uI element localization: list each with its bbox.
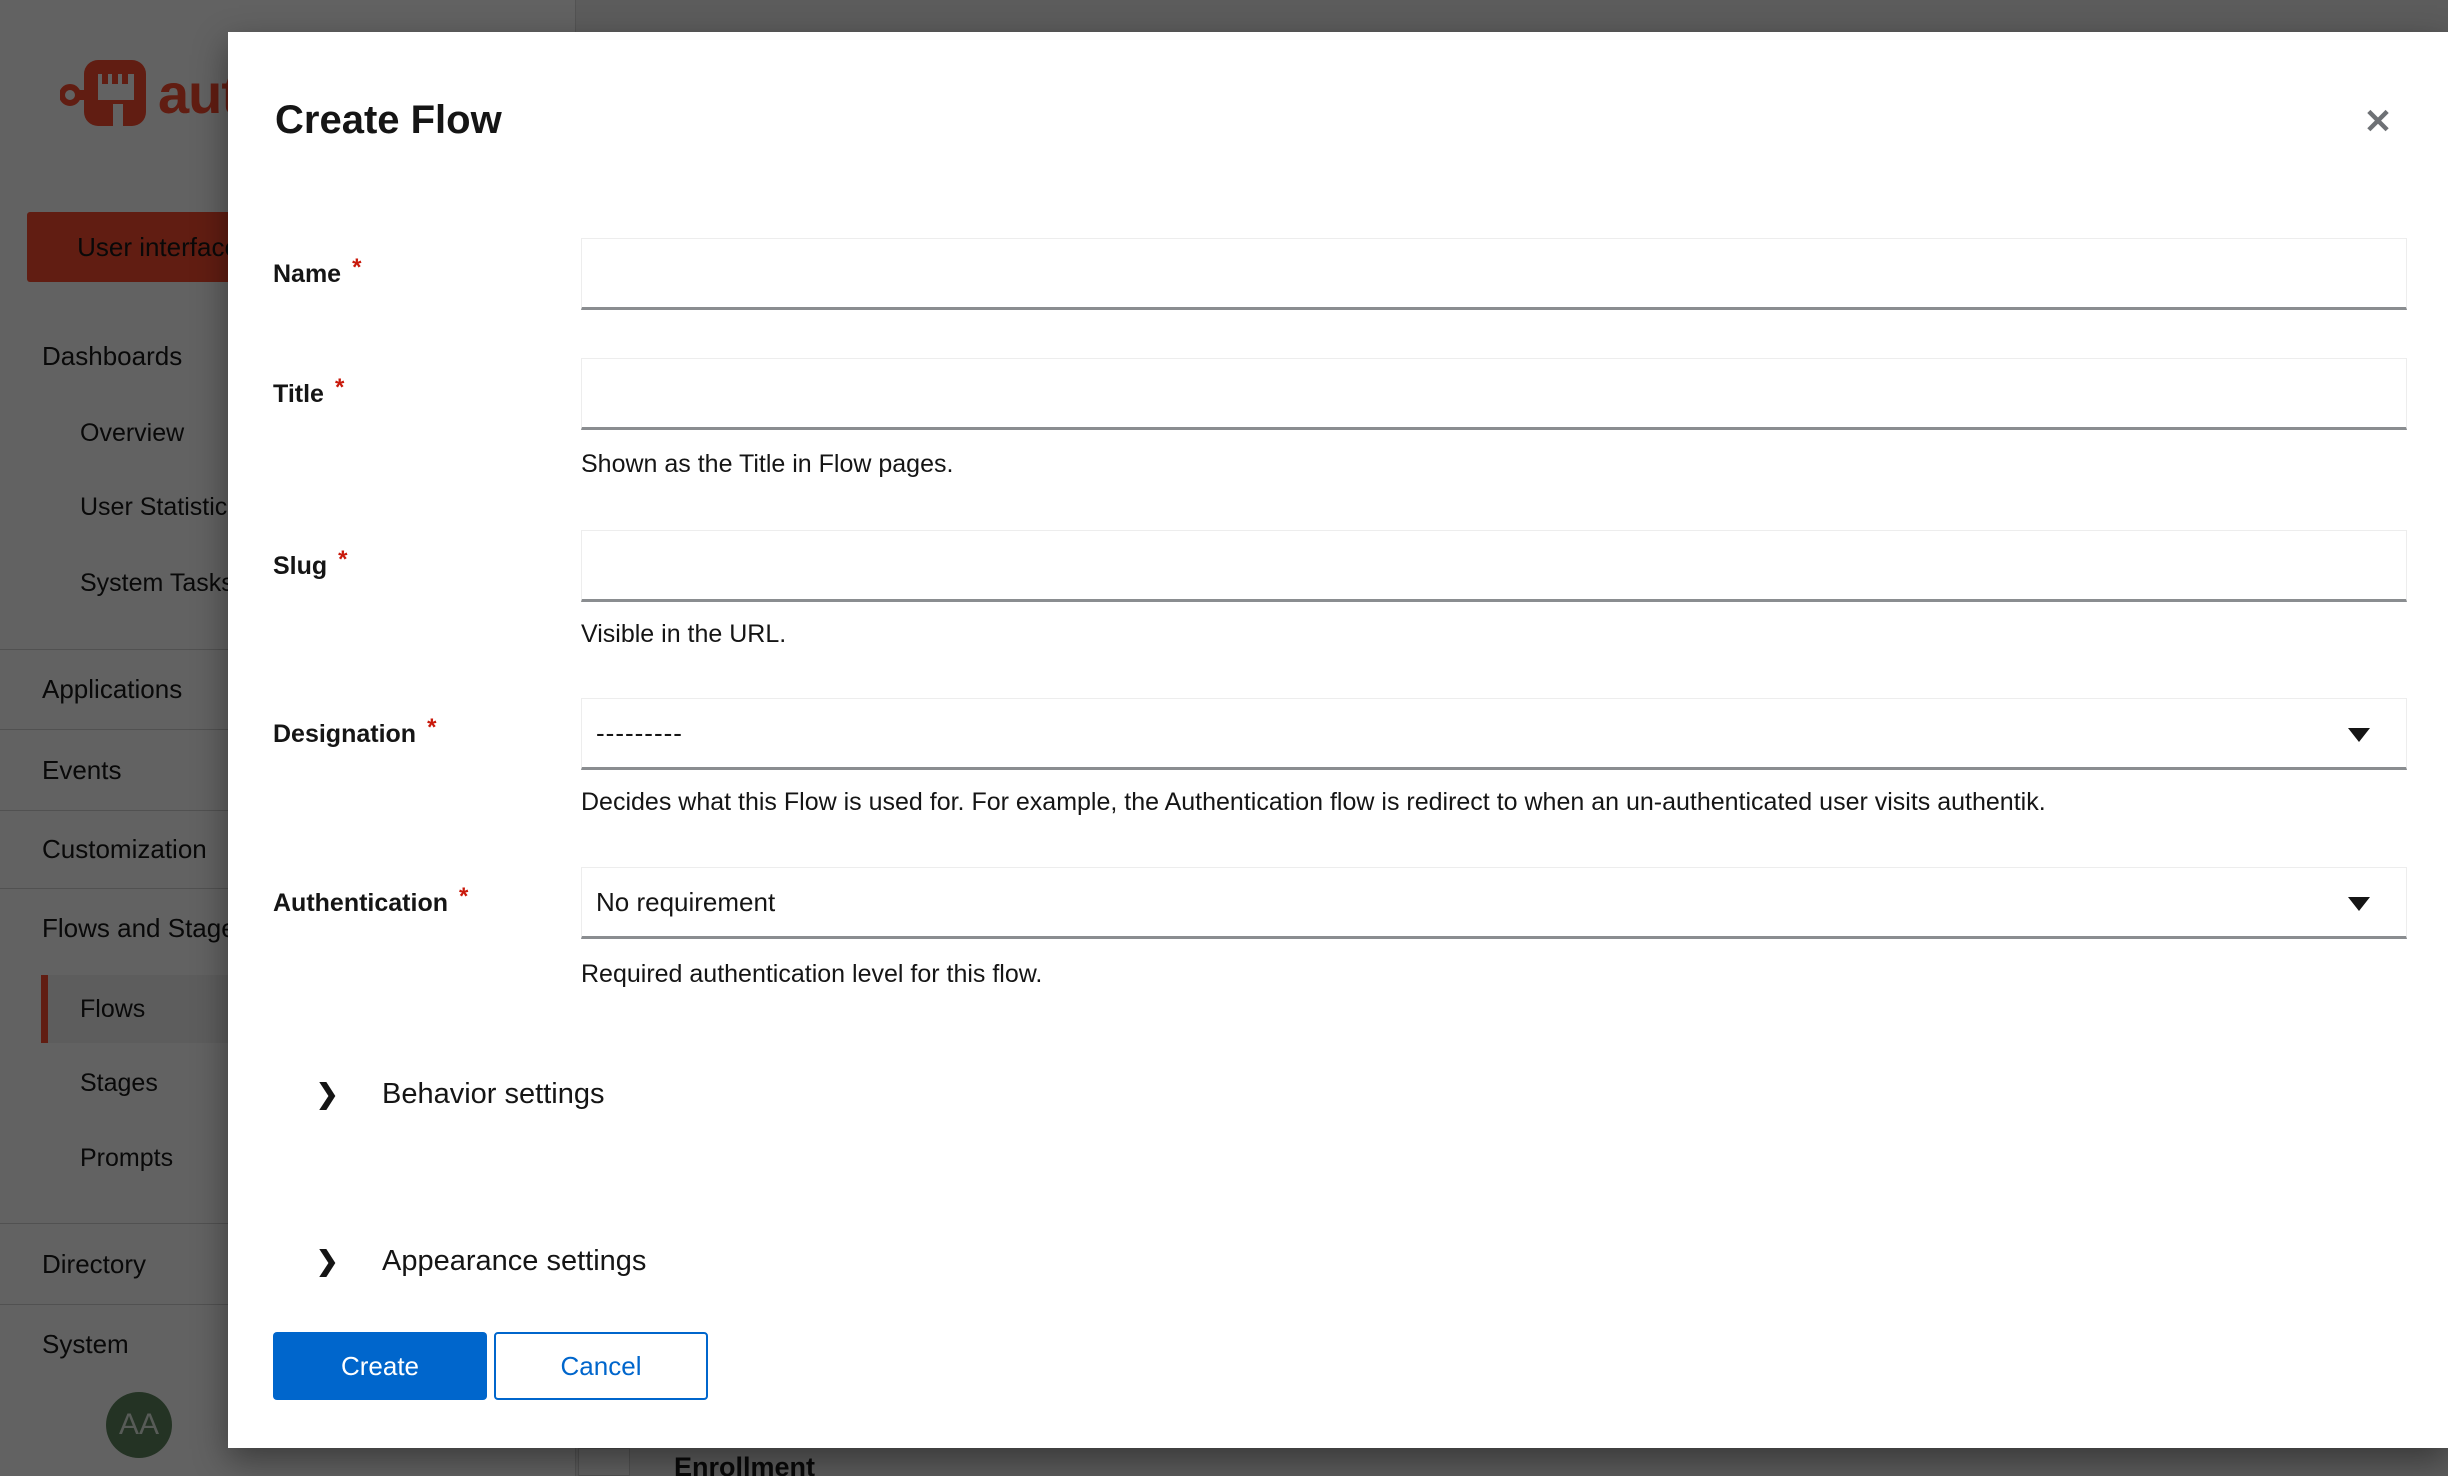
authentication-help-text: Required authentication level for this f… — [581, 958, 2411, 990]
designation-label: Designation * — [273, 698, 573, 770]
chevron-right-icon: ❯ — [316, 1079, 338, 1110]
slug-label-text: Slug — [273, 552, 327, 581]
slug-input[interactable] — [581, 530, 2407, 602]
title-input[interactable] — [581, 358, 2407, 430]
modal-title: Create Flow — [275, 98, 502, 143]
slug-label: Slug * — [273, 530, 573, 602]
required-asterisk: * — [338, 546, 347, 574]
required-asterisk: * — [352, 254, 361, 282]
designation-help-text: Decides what this Flow is used for. For … — [581, 786, 2411, 818]
required-asterisk: * — [335, 374, 344, 402]
appearance-settings-label: Appearance settings — [382, 1245, 646, 1278]
authentication-select[interactable]: No requirement — [581, 867, 2407, 939]
designation-select-value: --------- — [596, 718, 683, 749]
designation-select[interactable]: --------- — [581, 698, 2407, 770]
name-input[interactable] — [581, 238, 2407, 310]
create-flow-modal: Create Flow ✕ Name * Title * Shown as th… — [228, 32, 2448, 1448]
title-label: Title * — [273, 358, 573, 430]
caret-down-icon — [2348, 728, 2370, 742]
title-help-text: Shown as the Title in Flow pages. — [581, 448, 2411, 480]
authentication-label: Authentication * — [273, 867, 573, 939]
appearance-settings-expander[interactable]: ❯ Appearance settings — [228, 1235, 2448, 1287]
screen: authentik User interface Dashboards Over… — [0, 0, 2448, 1476]
caret-down-icon — [2348, 897, 2370, 911]
name-label: Name * — [273, 238, 573, 310]
create-button[interactable]: Create — [273, 1332, 487, 1400]
designation-label-text: Designation — [273, 720, 416, 749]
title-label-text: Title — [273, 380, 324, 409]
authentication-select-value: No requirement — [596, 887, 775, 918]
required-asterisk: * — [427, 714, 436, 742]
chevron-right-icon: ❯ — [316, 1246, 338, 1277]
required-asterisk: * — [459, 883, 468, 911]
behavior-settings-label: Behavior settings — [382, 1078, 604, 1111]
authentication-label-text: Authentication — [273, 889, 448, 918]
behavior-settings-expander[interactable]: ❯ Behavior settings — [228, 1068, 2448, 1120]
name-label-text: Name — [273, 260, 341, 289]
cancel-button[interactable]: Cancel — [494, 1332, 708, 1400]
close-icon[interactable]: ✕ — [2352, 96, 2404, 148]
slug-help-text: Visible in the URL. — [581, 618, 2411, 650]
